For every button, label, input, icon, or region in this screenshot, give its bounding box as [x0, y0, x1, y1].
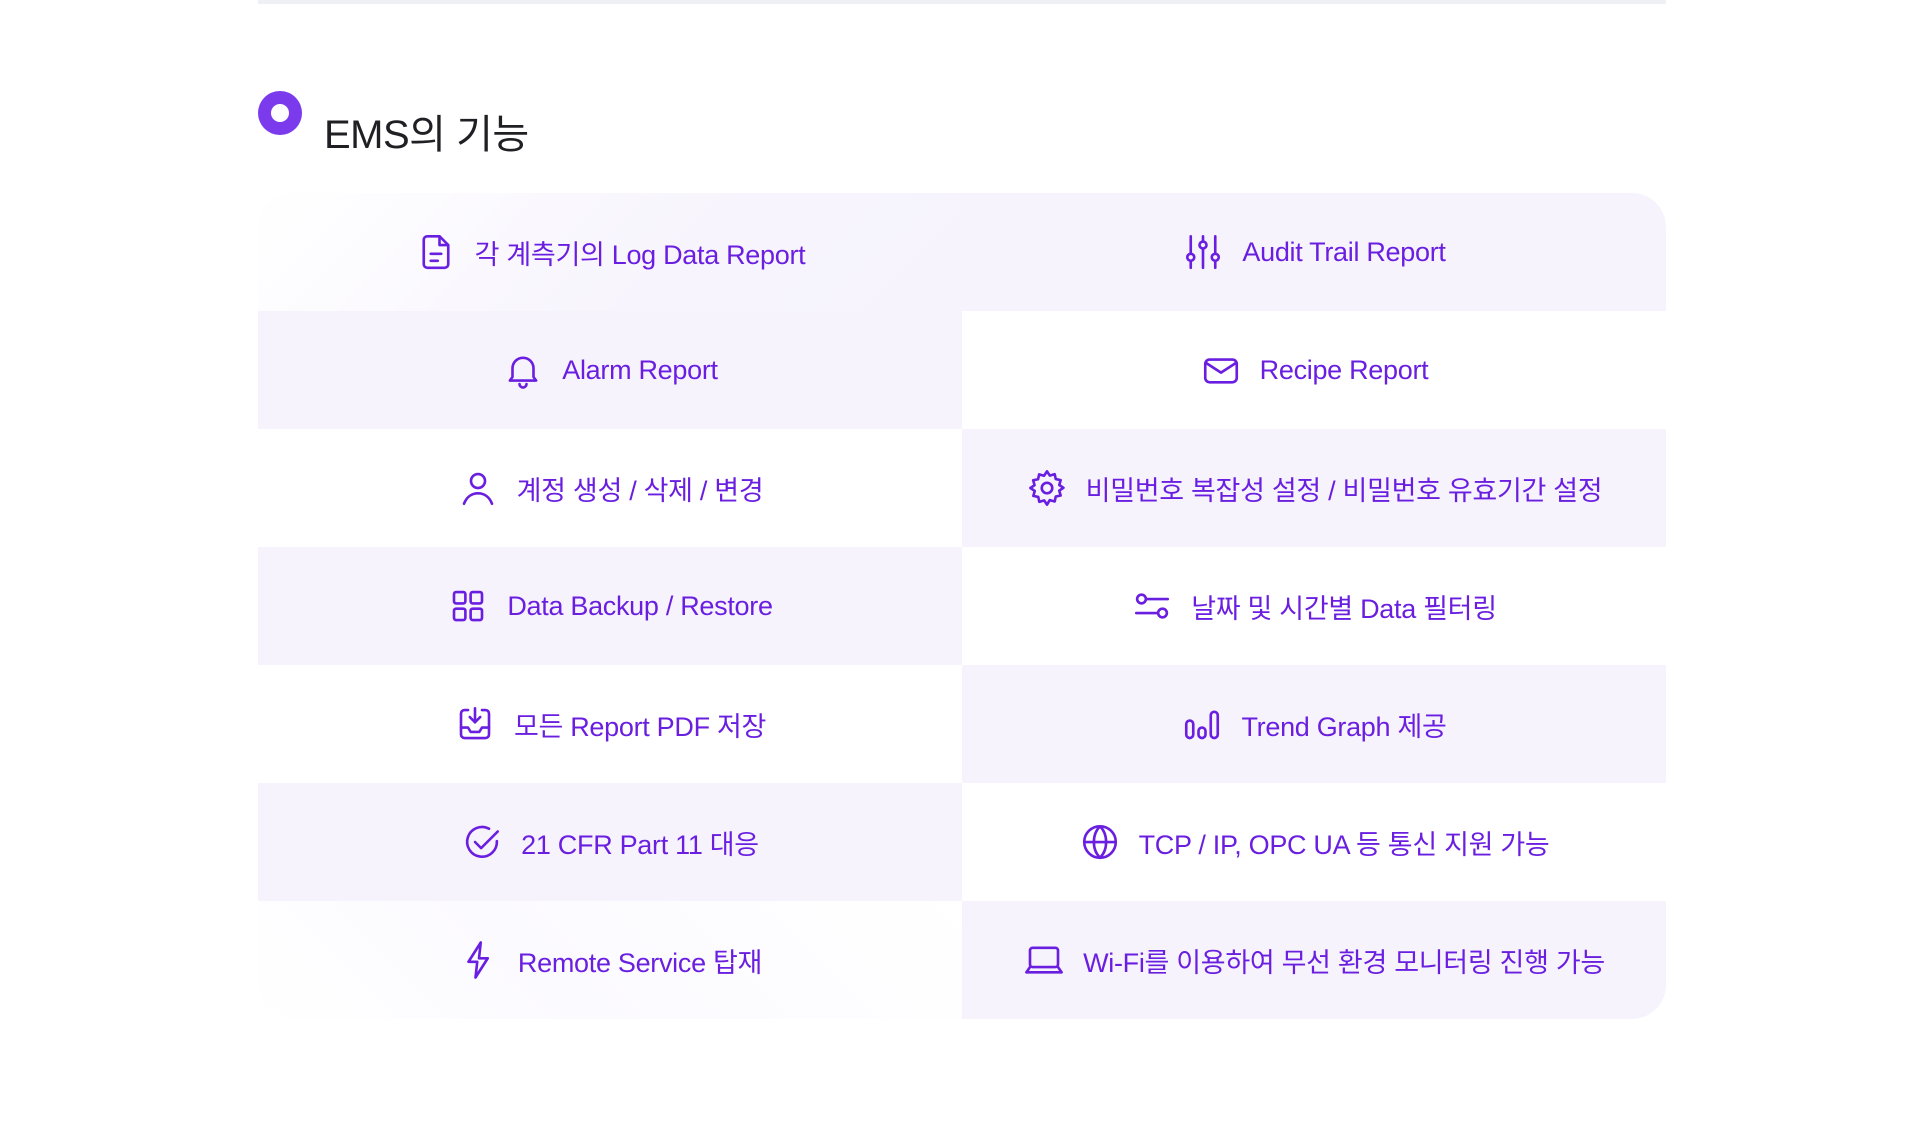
feature-label: 날짜 및 시간별 Data 필터링: [1191, 593, 1497, 624]
laptop-icon: [1023, 939, 1065, 981]
feature-cfr-part-11: 21 CFR Part 11 대응: [258, 783, 962, 901]
globe-icon: [1079, 821, 1121, 863]
feature-label: Alarm Report: [562, 354, 718, 385]
feature-password-settings: 비밀번호 복잡성 설정 / 비밀번호 유효기간 설정: [962, 429, 1666, 547]
feature-label: Data Backup / Restore: [507, 590, 773, 621]
check-circle-icon: [461, 821, 503, 863]
top-divider: [258, 0, 1666, 4]
feature-remote-service: Remote Service 탑재: [258, 901, 962, 1019]
feature-date-time-filtering: 날짜 및 시간별 Data 필터링: [962, 547, 1666, 665]
feature-pdf-save: 모든 Report PDF 저장: [258, 665, 962, 783]
feature-recipe-report: Recipe Report: [962, 311, 1666, 429]
gear-icon: [1026, 467, 1068, 509]
feature-trend-graph: Trend Graph 제공: [962, 665, 1666, 783]
feature-alarm-report: Alarm Report: [258, 311, 962, 429]
feature-grid: 각 계측기의 Log Data Report Audit Trail Repor…: [258, 193, 1666, 1019]
lightning-icon: [458, 939, 500, 981]
grid-icon: [447, 585, 489, 627]
sliders-icon: [1182, 231, 1224, 273]
feature-wifi-monitoring: Wi-Fi를 이용하여 무선 환경 모니터링 진행 가능: [962, 901, 1666, 1019]
feature-account-management: 계정 생성 / 삭제 / 변경: [258, 429, 962, 547]
feature-data-backup-restore: Data Backup / Restore: [258, 547, 962, 665]
section-bullet-icon: [258, 91, 302, 135]
user-icon: [457, 467, 499, 509]
feature-label: Trend Graph 제공: [1241, 711, 1447, 742]
feature-label: 모든 Report PDF 저장: [513, 711, 767, 742]
feature-audit-trail-report: Audit Trail Report: [962, 193, 1666, 311]
filter-toggle-icon: [1131, 585, 1173, 627]
feature-log-data-report: 각 계측기의 Log Data Report: [258, 193, 962, 311]
feature-communication-support: TCP / IP, OPC UA 등 통신 지원 가능: [962, 783, 1666, 901]
feature-label: Audit Trail Report: [1242, 236, 1446, 267]
feature-label: TCP / IP, OPC UA 등 통신 지원 가능: [1138, 829, 1550, 860]
feature-label: 비밀번호 복잡성 설정 / 비밀번호 유효기간 설정: [1085, 475, 1603, 506]
feature-label: 21 CFR Part 11 대응: [521, 829, 759, 860]
section-header: EMS의 기능: [258, 91, 529, 157]
feature-label: Wi-Fi를 이용하여 무선 환경 모니터링 진행 가능: [1083, 947, 1605, 978]
feature-label: Remote Service 탑재: [517, 947, 763, 978]
feature-label: 각 계측기의 Log Data Report: [474, 239, 806, 270]
mail-icon: [1200, 349, 1242, 391]
feature-label: Recipe Report: [1259, 354, 1429, 385]
bell-icon: [502, 349, 544, 391]
document-icon: [415, 231, 457, 273]
bar-graph-icon: [1181, 703, 1223, 745]
feature-label: 계정 생성 / 삭제 / 변경: [516, 475, 764, 506]
section-title: EMS의 기능: [324, 113, 529, 157]
inbox-download-icon: [454, 703, 496, 745]
